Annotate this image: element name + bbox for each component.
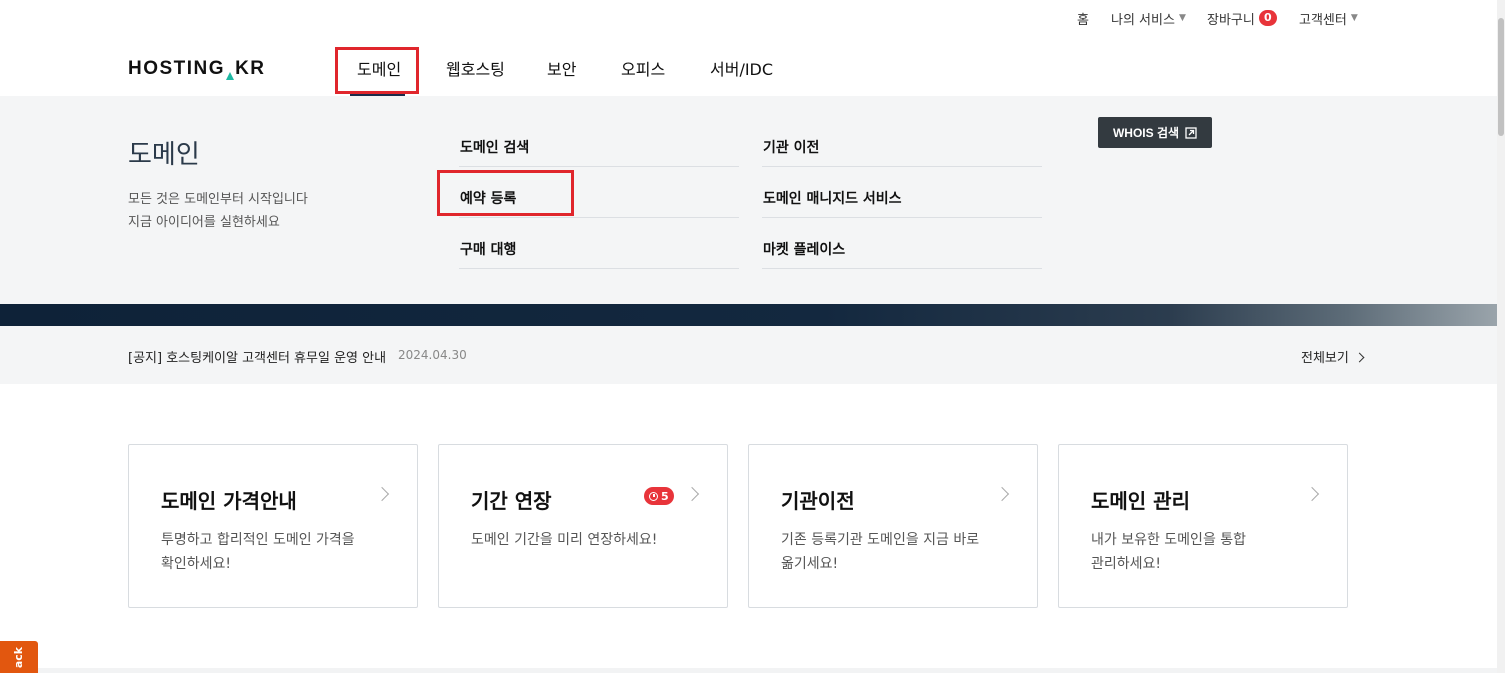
- card-desc-line1: 기존 등록기관 도메인을 지금 바로: [781, 532, 980, 548]
- notice-view-all-link[interactable]: 전체보기: [1301, 347, 1365, 366]
- mega-divider: [762, 166, 1042, 167]
- mega-divider: [762, 268, 1042, 269]
- highlight-box-nav-domain: [335, 47, 419, 94]
- caret-down-icon: ▼: [1178, 13, 1186, 23]
- mega-divider: [459, 217, 739, 218]
- utility-my-services-link[interactable]: 나의 서비스 ▼: [1111, 8, 1186, 28]
- external-link-icon: [1185, 126, 1197, 139]
- feedback-tab[interactable]: ack: [0, 641, 38, 673]
- utility-cart-link[interactable]: 장바구니 0: [1207, 8, 1277, 28]
- nav-item-server-idc[interactable]: 서버/IDC: [710, 56, 773, 80]
- card-desc: 도메인 기간을 미리 연장하세요!: [471, 528, 657, 552]
- card-renewal[interactable]: 기간 연장 5 도메인 기간을 미리 연장하세요!: [438, 444, 728, 608]
- scrollbar-thumb[interactable]: [1498, 18, 1504, 136]
- renewal-count-label: 5: [661, 489, 669, 503]
- chevron-right-icon: [1354, 352, 1365, 363]
- feedback-label: ack: [12, 646, 26, 668]
- caret-down-icon: ▼: [1350, 13, 1358, 23]
- mega-divider: [459, 268, 739, 269]
- clock-icon: [649, 491, 658, 501]
- chevron-right-icon: [374, 486, 390, 502]
- card-desc-line2: 확인하세요!: [161, 556, 232, 572]
- utility-cart-label: 장바구니: [1207, 12, 1255, 28]
- card-desc-line1: 도메인 기간을 미리 연장하세요!: [471, 532, 658, 548]
- mega-divider: [762, 217, 1042, 218]
- card-desc-line1: 투명하고 합리적인 도메인 가격을: [161, 532, 355, 548]
- nav-item-office[interactable]: 오피스: [621, 56, 665, 80]
- notice-date: 2024.04.30: [398, 348, 467, 362]
- card-desc: 기존 등록기관 도메인을 지금 바로 옮기세요!: [781, 528, 979, 576]
- utility-home-label: 홈: [1077, 12, 1089, 28]
- card-desc: 내가 보유한 도메인을 통합 관리하세요!: [1091, 528, 1246, 576]
- card-title: 도메인 가격안내: [161, 489, 297, 513]
- card-title: 기관이전: [781, 489, 855, 513]
- utility-support-label: 고객센터: [1299, 12, 1347, 28]
- chevron-right-icon: [684, 486, 700, 502]
- logo-text-kr: KR: [235, 58, 266, 79]
- mega-menu-title: 도메인: [128, 140, 200, 170]
- utility-home-link[interactable]: 홈: [1077, 8, 1089, 28]
- mega-menu-desc-line1: 모든 것은 도메인부터 시작입니다: [128, 192, 308, 207]
- site-logo[interactable]: HOSTING KR: [128, 58, 266, 80]
- card-domain-management[interactable]: 도메인 관리 내가 보유한 도메인을 통합 관리하세요!: [1058, 444, 1348, 608]
- card-desc-line2: 관리하세요!: [1091, 556, 1162, 572]
- logo-triangle-icon: [226, 72, 235, 80]
- notice-link[interactable]: [공지] 호스팅케이알 고객센터 휴무일 운영 안내: [128, 347, 386, 366]
- section-divider: [38, 668, 1497, 673]
- card-registrar-transfer[interactable]: 기관이전 기존 등록기관 도메인을 지금 바로 옮기세요!: [748, 444, 1038, 608]
- mega-link-registrar-transfer[interactable]: 기관 이전: [763, 137, 819, 157]
- chevron-right-icon: [1304, 486, 1320, 502]
- renewal-count-badge: 5: [644, 487, 674, 505]
- card-desc-line2: 옮기세요!: [781, 556, 839, 572]
- nav-item-security[interactable]: 보안: [547, 56, 576, 80]
- cart-count-badge: 0: [1258, 10, 1277, 26]
- mega-divider: [459, 166, 739, 167]
- highlight-box-reserve-register: [437, 170, 574, 216]
- mega-menu-desc-line2: 지금 아이디어를 실현하세요: [128, 215, 280, 230]
- mega-link-marketplace[interactable]: 마켓 플레이스: [763, 239, 845, 259]
- whois-search-label: WHOIS 검색: [1112, 126, 1180, 140]
- whois-search-button[interactable]: WHOIS 검색: [1098, 117, 1212, 148]
- card-desc: 투명하고 합리적인 도메인 가격을 확인하세요!: [161, 528, 355, 576]
- utility-my-services-label: 나의 서비스: [1111, 12, 1175, 28]
- utility-support-link[interactable]: 고객센터 ▼: [1299, 8, 1358, 28]
- hero-banner-strip: [0, 304, 1497, 326]
- notice-view-all-label: 전체보기: [1301, 351, 1349, 366]
- card-desc-line1: 내가 보유한 도메인을 통합: [1091, 532, 1247, 548]
- card-domain-pricing[interactable]: 도메인 가격안내 투명하고 합리적인 도메인 가격을 확인하세요!: [128, 444, 418, 608]
- chevron-right-icon: [994, 486, 1010, 502]
- nav-item-webhosting[interactable]: 웹호스팅: [446, 56, 505, 80]
- mega-link-purchase-proxy[interactable]: 구매 대행: [460, 239, 516, 259]
- mega-link-domain-search[interactable]: 도메인 검색: [460, 137, 529, 157]
- card-title: 기간 연장: [471, 489, 552, 513]
- mega-link-managed-service[interactable]: 도메인 매니지드 서비스: [763, 188, 902, 208]
- logo-text-hosting: HOSTING: [128, 58, 226, 79]
- card-title: 도메인 관리: [1091, 489, 1190, 513]
